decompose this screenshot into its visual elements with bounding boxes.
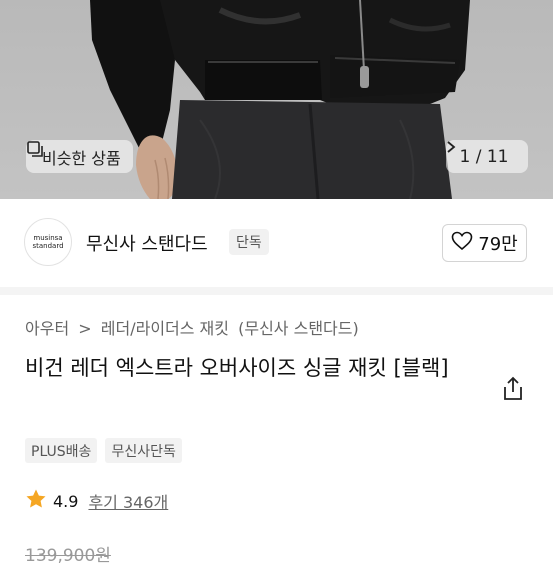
similar-products-label: 비슷한 상품 [42,148,121,168]
breadcrumb-item-brand[interactable]: (무신사 스탠다드) [238,319,359,338]
brand-logo[interactable]: musinsa standard [24,218,72,266]
share-icon[interactable] [501,376,525,402]
image-pager[interactable]: 1 / 11 [446,140,528,173]
star-icon [25,488,47,514]
product-title: 비건 레더 엑스트라 오버사이즈 싱글 재킷 [블랙] [25,356,449,380]
like-button[interactable]: 79만 [442,224,527,262]
like-count: 79만 [478,234,518,255]
brand-logo-line2: standard [32,242,64,250]
brand-logo-line1: musinsa [33,234,63,242]
breadcrumb-separator: > [78,319,92,338]
breadcrumb: 아우터 > 레더/라이더스 재킷 (무신사 스탠다드) [25,315,363,339]
breadcrumb-item-leather-jacket[interactable]: 레더/라이더스 재킷 [101,319,229,338]
pager-text: 1 / 11 [459,146,509,167]
heart-icon [451,231,473,256]
exclusive-badge: 단독 [229,229,269,255]
tag-musinsa-exclusive: 무신사단독 [105,438,182,463]
brand-row: musinsa standard 무신사 스탠다드 단독 79만 [0,212,553,274]
product-tags: PLUS배송 무신사단독 [25,438,182,463]
rating-score: 4.9 [53,491,79,511]
section-divider [0,287,553,295]
breadcrumb-item-outer[interactable]: 아우터 [25,319,69,338]
product-image-carousel[interactable]: 비슷한 상품 1 / 11 [0,0,553,199]
similar-products-button[interactable]: 비슷한 상품 [26,140,133,173]
rating-row: 4.9 후기 346개 [25,488,168,514]
tag-plus-delivery: PLUS배송 [25,438,98,463]
original-price: 139,900원 [25,546,111,566]
review-count-link[interactable]: 후기 346개 [88,489,168,513]
brand-name[interactable]: 무신사 스탠다드 [86,230,208,256]
